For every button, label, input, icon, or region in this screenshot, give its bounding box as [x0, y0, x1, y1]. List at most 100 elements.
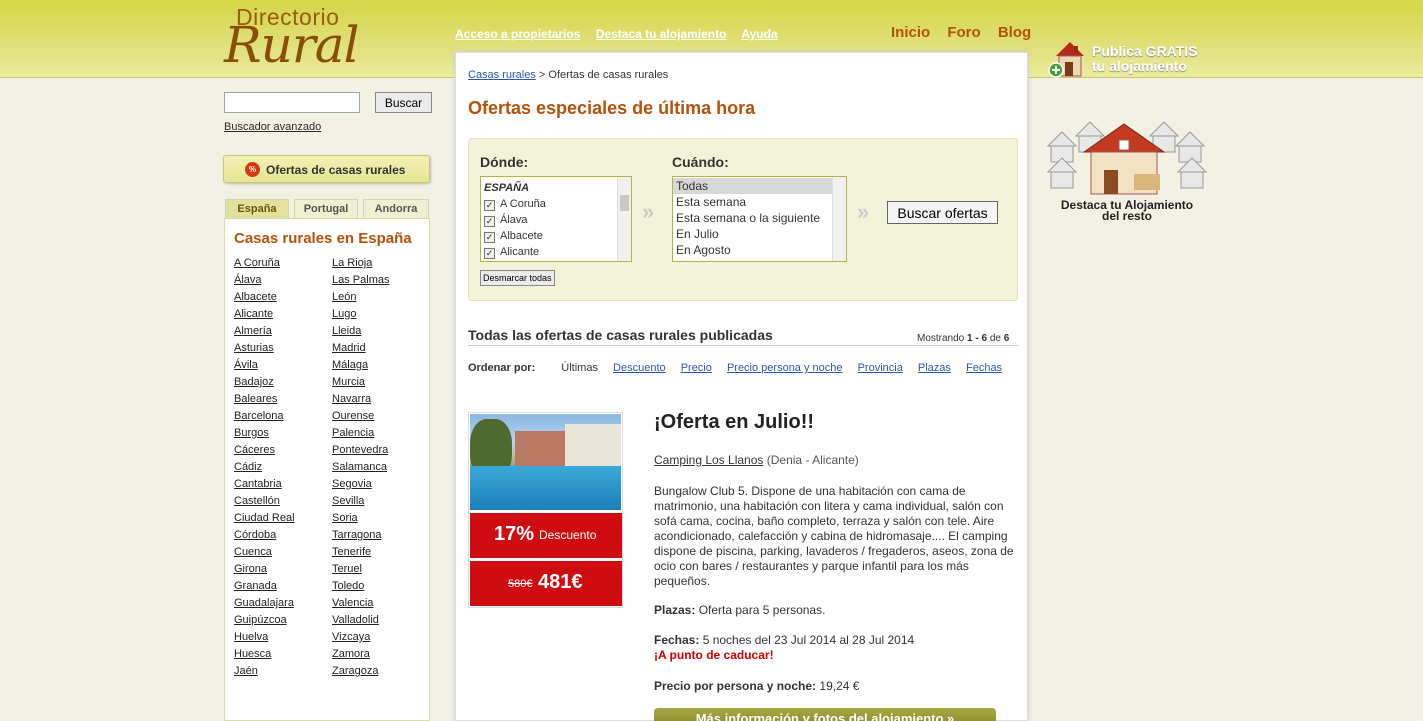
nav-blog[interactable]: Blog [998, 24, 1031, 41]
province-link[interactable]: Valencia [332, 597, 422, 614]
cuando-listbox[interactable]: Todas Esta semana Esta semana o la siguien… [672, 176, 847, 262]
province-link[interactable]: Huesca [234, 648, 324, 665]
province-link[interactable]: Toledo [332, 580, 422, 597]
province-link[interactable]: Málaga [332, 359, 422, 376]
tab-espana[interactable]: España [225, 199, 289, 219]
province-link[interactable]: Córdoba [234, 529, 324, 546]
offer-location: (Denia - Alicante) [766, 453, 859, 467]
province-link[interactable]: Valladolid [332, 614, 422, 631]
province-link[interactable]: Tarragona [332, 529, 422, 546]
province-link[interactable]: Tenerife [332, 546, 422, 563]
destaca-banner[interactable]: Destaca tu Alojamiento del resto [1046, 120, 1208, 230]
province-link[interactable]: Cáceres [234, 444, 324, 461]
search-input[interactable] [224, 92, 360, 113]
cuando-option[interactable]: En Julio [673, 226, 846, 242]
province-link[interactable]: Las Palmas [332, 274, 422, 291]
checkbox[interactable]: ✓ [484, 232, 495, 243]
offer-photo[interactable] [470, 414, 621, 510]
cuando-option[interactable]: Esta semana o la siguiente [673, 210, 846, 226]
desmarcar-button[interactable]: Desmarcar todas [480, 270, 555, 286]
cuando-option[interactable]: En Agosto [673, 242, 846, 258]
sort-precio-persona[interactable]: Precio persona y noche [727, 362, 843, 374]
search-button[interactable]: Buscar [375, 92, 432, 113]
donde-option[interactable]: ✓ Albacete [481, 228, 631, 244]
cuando-option[interactable]: Todas [673, 178, 846, 194]
checkbox[interactable]: ✓ [484, 248, 495, 259]
province-link[interactable]: Baleares [234, 393, 324, 410]
sort-descuento[interactable]: Descuento [613, 362, 666, 374]
province-link[interactable]: Murcia [332, 376, 422, 393]
donde-scrollbar[interactable] [617, 177, 631, 261]
donde-listbox[interactable]: ESPAÑA ✓ A Coruña ✓ Álava ✓ Albacete ✓ Alicante [480, 176, 632, 262]
buscar-ofertas-button[interactable]: Buscar ofertas [887, 201, 998, 224]
ofertas-button[interactable]: % Ofertas de casas rurales [223, 155, 430, 183]
cuando-scrollbar[interactable] [832, 177, 846, 261]
top-link-ayuda[interactable]: Ayuda [741, 27, 777, 41]
province-link[interactable]: Burgos [234, 427, 324, 444]
province-link[interactable]: Madrid [332, 342, 422, 359]
province-link[interactable]: Navarra [332, 393, 422, 410]
province-link[interactable]: Lugo [332, 308, 422, 325]
province-link[interactable]: Soria [332, 512, 422, 529]
province-link[interactable]: Zamora [332, 648, 422, 665]
province-link[interactable]: Granada [234, 580, 324, 597]
top-link-propietarios[interactable]: Acceso a propietarios [455, 27, 580, 41]
province-link[interactable]: Vizcaya [332, 631, 422, 648]
donde-option-label: Albacete [500, 230, 543, 242]
donde-option[interactable]: ✓ Álava [481, 212, 631, 228]
ppn-value: 19,24 € [819, 679, 860, 693]
province-link[interactable]: A Coruña [234, 257, 324, 274]
province-link[interactable]: Almería [234, 325, 324, 342]
province-link[interactable]: Albacete [234, 291, 324, 308]
province-link[interactable]: Ávila [234, 359, 324, 376]
province-link[interactable]: Huelva [234, 631, 324, 648]
province-link[interactable]: Pontevedra [332, 444, 422, 461]
publica-gratis-link[interactable]: Publica GRATIS tu alojamiento [1048, 38, 1248, 82]
province-link[interactable]: Zaragoza [332, 665, 422, 682]
province-link[interactable]: Segovia [332, 478, 422, 495]
donde-option[interactable]: ✓ Alicante [481, 244, 631, 260]
province-link[interactable]: Lleida [332, 325, 422, 342]
province-link[interactable]: Cádiz [234, 461, 324, 478]
donde-option[interactable]: ✓ A Coruña [481, 196, 631, 212]
checkbox[interactable]: ✓ [484, 216, 495, 227]
checkbox[interactable]: ✓ [484, 200, 495, 211]
province-link[interactable]: Palencia [332, 427, 422, 444]
breadcrumb-link[interactable]: Casas rurales [468, 69, 536, 81]
offer-place-link[interactable]: Camping Los Llanos [654, 453, 763, 467]
nav-foro[interactable]: Foro [947, 24, 980, 41]
province-link[interactable]: Castellón [234, 495, 324, 512]
province-link[interactable]: Ourense [332, 410, 422, 427]
province-link[interactable]: Girona [234, 563, 324, 580]
sort-fechas[interactable]: Fechas [966, 362, 1002, 374]
cuando-option[interactable]: En Septiembre [673, 258, 846, 261]
province-link[interactable]: Badajoz [234, 376, 324, 393]
top-link-destaca[interactable]: Destaca tu alojamiento [596, 27, 727, 41]
sort-plazas[interactable]: Plazas [918, 362, 951, 374]
province-link[interactable]: La Rioja [332, 257, 422, 274]
province-link[interactable]: Cantabria [234, 478, 324, 495]
province-link[interactable]: Guadalajara [234, 597, 324, 614]
advanced-search-link[interactable]: Buscador avanzado [224, 121, 321, 133]
more-info-button[interactable]: Más información y fotos del alojamiento … [654, 708, 996, 721]
province-link[interactable]: León [332, 291, 422, 308]
province-link[interactable]: Jaén [234, 665, 324, 682]
sort-provincia[interactable]: Provincia [858, 362, 903, 374]
province-link[interactable]: Asturias [234, 342, 324, 359]
province-link[interactable]: Sevilla [332, 495, 422, 512]
province-link[interactable]: Álava [234, 274, 324, 291]
nav-inicio[interactable]: Inicio [891, 24, 930, 41]
cuando-option[interactable]: Esta semana [673, 194, 846, 210]
province-link[interactable]: Teruel [332, 563, 422, 580]
offer-ppn: Precio por persona y noche: 19,24 € [654, 679, 1019, 693]
province-link[interactable]: Ciudad Real [234, 512, 324, 529]
province-link[interactable]: Alicante [234, 308, 324, 325]
tab-andorra[interactable]: Andorra [363, 199, 429, 219]
sort-precio[interactable]: Precio [681, 362, 712, 374]
province-link[interactable]: Guipúzcoa [234, 614, 324, 631]
tab-portugal[interactable]: Portugal [294, 199, 358, 219]
province-link[interactable]: Cuenca [234, 546, 324, 563]
province-link[interactable]: Salamanca [332, 461, 422, 478]
province-link[interactable]: Barcelona [234, 410, 324, 427]
site-logo[interactable]: Directorio Rural [224, 2, 384, 90]
